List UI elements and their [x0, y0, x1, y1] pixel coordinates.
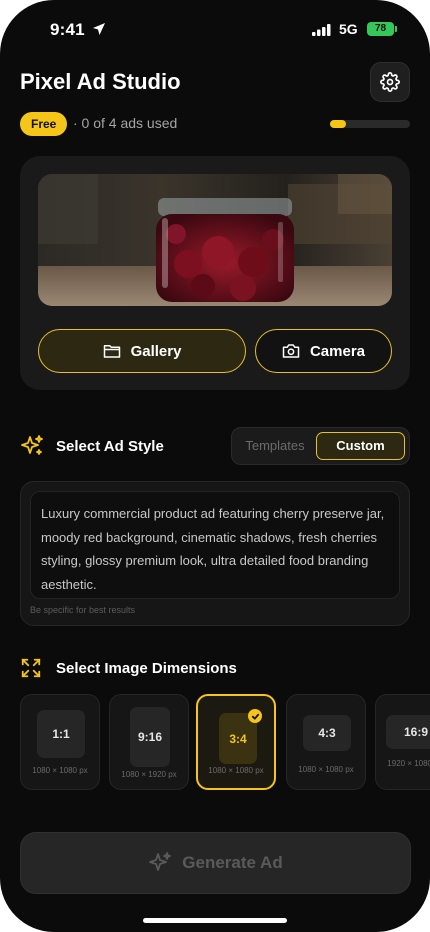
- folder-icon: [103, 345, 120, 358]
- camera-label: Camera: [309, 342, 366, 360]
- camera-icon: [282, 344, 300, 358]
- gallery-button[interactable]: Gallery: [38, 329, 246, 373]
- tab-templates[interactable]: Templates: [236, 432, 314, 460]
- tab-custom[interactable]: Custom: [316, 432, 405, 460]
- plan-badge: Free: [20, 112, 68, 136]
- sparkles-icon: [149, 852, 172, 871]
- dimension-option-3-4[interactable]: 3:4 1080 × 1080 px: [196, 694, 276, 790]
- dimension-option-4-3[interactable]: 4:3 1080 × 1080 px: [286, 694, 366, 790]
- dimensions-heading: Select Image Dimensions: [20, 657, 237, 679]
- battery-icon: 78: [367, 22, 394, 36]
- battery-tip: [395, 26, 397, 32]
- signal-icon: [312, 24, 331, 36]
- ratio-label: 9:16: [130, 707, 170, 767]
- prompt-card: Luxury commercial product ad featuring c…: [20, 481, 410, 626]
- usage-text: · 0 of 4 ads used: [73, 115, 178, 131]
- prompt-input[interactable]: Luxury commercial product ad featuring c…: [30, 491, 400, 599]
- ad-style-title: Select Ad Style: [56, 437, 164, 455]
- style-mode-toggle: Templates Custom: [231, 427, 410, 465]
- dimension-option-9-16[interactable]: 9:16 1080 × 1920 px: [109, 694, 189, 790]
- dimension-options: 1:1 1080 × 1080 px 9:16 1080 × 1920 px 3…: [20, 694, 430, 790]
- image-upload-card: Gallery Camera: [20, 156, 410, 390]
- ratio-label: 16:9: [386, 715, 430, 749]
- ratio-label: 1:1: [37, 710, 85, 758]
- network-label: 5G: [339, 21, 358, 37]
- page-title: Pixel Ad Studio: [20, 69, 181, 94]
- product-image-preview[interactable]: [38, 174, 392, 306]
- home-indicator[interactable]: [143, 918, 287, 923]
- sparkles-icon: [21, 435, 43, 455]
- dimension-option-16-9[interactable]: 16:9 1920 × 1080 px: [375, 694, 430, 790]
- size-label: 1080 × 1080 px: [32, 766, 88, 775]
- ratio-label: 4:3: [303, 715, 351, 751]
- phone-screen: 9:41 5G 78 Pixel Ad Studio Free · 0 of 4…: [0, 0, 430, 932]
- location-icon: [93, 23, 105, 35]
- camera-button[interactable]: Camera: [255, 329, 392, 373]
- size-label: 1080 × 1080 px: [208, 766, 264, 775]
- dimensions-title: Select Image Dimensions: [56, 659, 237, 677]
- generate-label: Generate Ad: [182, 853, 283, 872]
- size-label: 1080 × 1080 px: [298, 765, 354, 774]
- ad-style-heading: Select Ad Style: [20, 434, 164, 458]
- status-time: 9:41: [50, 20, 85, 39]
- expand-icon: [21, 658, 41, 678]
- dimension-option-1-1[interactable]: 1:1 1080 × 1080 px: [20, 694, 100, 790]
- size-label: 1920 × 1080 px: [387, 759, 430, 768]
- status-bar: 9:41 5G 78: [0, 18, 430, 44]
- gallery-label: Gallery: [130, 342, 182, 360]
- cherry-jar-image: [38, 174, 392, 306]
- size-label: 1080 × 1920 px: [121, 770, 177, 779]
- prompt-hint: Be specific for best results: [30, 605, 136, 615]
- usage-progress-bar: [330, 120, 410, 128]
- gear-icon: [380, 72, 400, 92]
- generate-ad-button[interactable]: Generate Ad: [20, 832, 411, 894]
- check-icon: [248, 709, 262, 723]
- battery-level: 78: [374, 23, 387, 34]
- settings-button[interactable]: [370, 62, 410, 102]
- usage-progress-fill: [330, 120, 346, 128]
